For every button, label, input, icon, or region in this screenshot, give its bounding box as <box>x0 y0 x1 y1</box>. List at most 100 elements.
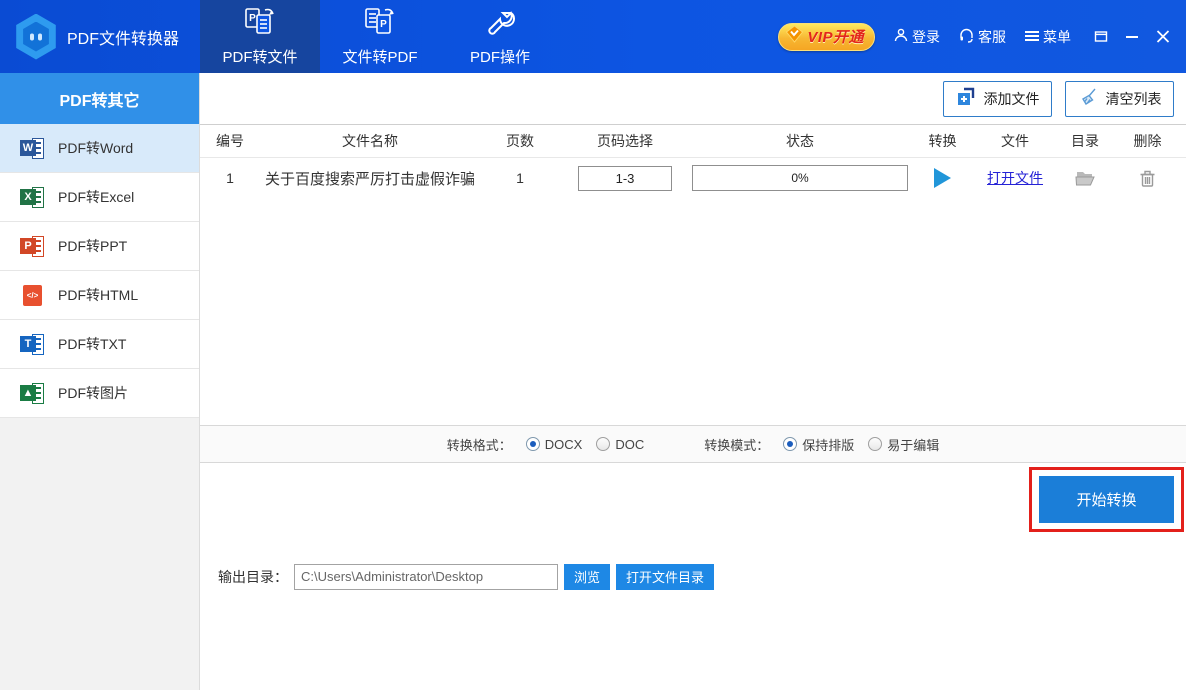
radio-easy-edit-label: 易于编辑 <box>887 435 939 454</box>
delete-trash-icon[interactable] <box>1139 169 1156 188</box>
tab-label: PDF操作 <box>470 46 530 67</box>
svg-text:P: P <box>380 19 387 30</box>
radio-doc-control[interactable] <box>596 437 610 451</box>
user-icon <box>894 28 908 45</box>
vip-diamond-icon <box>785 25 804 48</box>
tab-label: 文件转PDF <box>342 46 417 67</box>
powerpoint-icon: P <box>20 236 46 257</box>
tab-label: PDF转文件 <box>222 46 297 67</box>
col-header-convert: 转换 <box>910 131 975 151</box>
close-button[interactable] <box>1156 30 1170 43</box>
start-convert-button[interactable]: 开始转换 <box>1039 476 1174 523</box>
svg-text:P: P <box>249 13 256 24</box>
customer-service-button[interactable]: 客服 <box>959 27 1006 47</box>
sidebar-item-label: PDF转PPT <box>58 236 127 256</box>
output-path-input[interactable] <box>294 564 558 590</box>
open-folder-icon[interactable] <box>1075 170 1096 187</box>
conversion-options: 转换格式： DOCX DOC 转换模式： 保持排版 易于编辑 <box>200 425 1186 463</box>
sidebar-item-label: PDF转HTML <box>58 285 138 305</box>
login-label: 登录 <box>912 27 940 47</box>
titlebar-actions: VIP开通 登录 客服 <box>778 0 1186 73</box>
open-file-link[interactable]: 打开文件 <box>987 168 1043 188</box>
file-to-pdf-icon: P <box>363 6 397 41</box>
radio-docx-label: DOCX <box>545 437 583 452</box>
radio-keep-layout-label: 保持排版 <box>802 435 854 454</box>
app-logo-icon <box>13 14 59 60</box>
radio-docx[interactable]: DOCX <box>526 437 583 452</box>
mode-label: 转换模式： <box>704 435 769 454</box>
vip-upgrade-button[interactable]: VIP开通 <box>778 23 875 51</box>
app-title: PDF文件转换器 <box>67 25 179 49</box>
clear-list-label: 清空列表 <box>1106 89 1162 109</box>
sidebar-item-pdf-to-txt[interactable]: T PDF转TXT <box>0 320 199 369</box>
radio-easy-edit-control[interactable] <box>868 437 882 451</box>
main-panel: 添加文件 清空列表 编号 文件名称 页数 页码选择 状态 转换 文件 目录 删除… <box>200 73 1186 690</box>
excel-icon: X <box>20 187 46 208</box>
tab-pdf-operations[interactable]: PDF操作 <box>440 0 560 73</box>
file-toolbar: 添加文件 清空列表 <box>200 73 1186 125</box>
add-files-label: 添加文件 <box>984 89 1040 109</box>
row-filename: 关于百度搜索严厉打击虚假诈骗 <box>260 168 480 189</box>
sidebar-item-label: PDF转Word <box>58 138 133 158</box>
image-icon: ▲ <box>20 383 46 404</box>
login-button[interactable]: 登录 <box>894 27 940 47</box>
headset-icon <box>959 28 974 46</box>
sidebar-item-pdf-to-excel[interactable]: X PDF转Excel <box>0 173 199 222</box>
sidebar-item-label: PDF转TXT <box>58 334 126 354</box>
sidebar-item-pdf-to-word[interactable]: W PDF转Word <box>0 124 199 173</box>
radio-easy-edit[interactable]: 易于编辑 <box>868 435 939 454</box>
tab-file-to-pdf[interactable]: P 文件转PDF <box>320 0 440 73</box>
format-label: 转换格式： <box>447 435 512 454</box>
clear-list-button[interactable]: 清空列表 <box>1065 81 1174 117</box>
sidebar-item-pdf-to-image[interactable]: ▲ PDF转图片 <box>0 369 199 418</box>
tab-pdf-to-file[interactable]: P PDF转文件 <box>200 0 320 73</box>
menu-label: 菜单 <box>1043 27 1071 47</box>
col-header-pages: 页数 <box>480 131 560 151</box>
minimize-button[interactable] <box>1125 30 1139 43</box>
table-empty-area <box>200 198 1186 425</box>
vip-label: VIP开通 <box>807 26 864 47</box>
word-icon: W <box>20 138 46 159</box>
progress-percent: 0% <box>693 166 907 190</box>
output-dir-label: 输出目录： <box>218 567 288 587</box>
sidebar-item-pdf-to-html[interactable]: </> PDF转HTML <box>0 271 199 320</box>
output-section: 输出目录： 浏览 打开文件目录 开始转换 <box>200 463 1186 690</box>
row-number: 1 <box>200 170 260 186</box>
wrench-icon <box>483 6 517 41</box>
col-header-page-selection: 页码选择 <box>560 131 690 151</box>
radio-keep-layout[interactable]: 保持排版 <box>783 435 854 454</box>
radio-docx-control[interactable] <box>526 437 540 451</box>
sidebar: PDF转其它 W PDF转Word X PDF转Excel P PDF转PPT … <box>0 73 200 690</box>
col-header-file: 文件 <box>975 131 1055 151</box>
add-files-button[interactable]: 添加文件 <box>943 81 1052 117</box>
row-pages: 1 <box>480 170 560 186</box>
open-output-dir-button[interactable]: 打开文件目录 <box>616 564 714 590</box>
format-option-group: 转换格式： DOCX DOC <box>447 435 644 454</box>
main-tabs: P PDF转文件 P 文件转PDF <box>200 0 560 73</box>
convert-play-button[interactable] <box>934 168 951 188</box>
col-header-delete: 删除 <box>1115 131 1180 151</box>
radio-doc-label: DOC <box>615 437 644 452</box>
progress-bar: 0% <box>692 165 908 191</box>
title-bar: PDF文件转换器 P PDF转文件 P <box>0 0 1186 73</box>
window-controls <box>1094 30 1170 43</box>
broom-icon <box>1078 87 1098 110</box>
sidebar-item-label: PDF转Excel <box>58 187 134 207</box>
sidebar-item-pdf-to-ppt[interactable]: P PDF转PPT <box>0 222 199 271</box>
menu-button[interactable]: 菜单 <box>1025 27 1071 47</box>
page-range-input[interactable] <box>578 166 672 191</box>
radio-keep-layout-control[interactable] <box>783 437 797 451</box>
annotation-highlight-box: 开始转换 <box>1029 467 1184 532</box>
sidebar-header: PDF转其它 <box>0 73 199 124</box>
add-file-icon <box>956 87 976 110</box>
browse-button[interactable]: 浏览 <box>564 564 610 590</box>
radio-doc[interactable]: DOC <box>596 437 644 452</box>
restore-window-button[interactable] <box>1094 30 1108 43</box>
txt-icon: T <box>20 334 46 355</box>
table-row: 1 关于百度搜索严厉打击虚假诈骗 1 0% 打开文件 <box>200 158 1186 198</box>
hamburger-menu-icon <box>1025 29 1039 45</box>
pdf-to-file-icon: P <box>243 6 277 41</box>
table-header: 编号 文件名称 页数 页码选择 状态 转换 文件 目录 删除 <box>200 125 1186 158</box>
mode-option-group: 转换模式： 保持排版 易于编辑 <box>704 435 939 454</box>
col-header-number: 编号 <box>200 131 260 151</box>
